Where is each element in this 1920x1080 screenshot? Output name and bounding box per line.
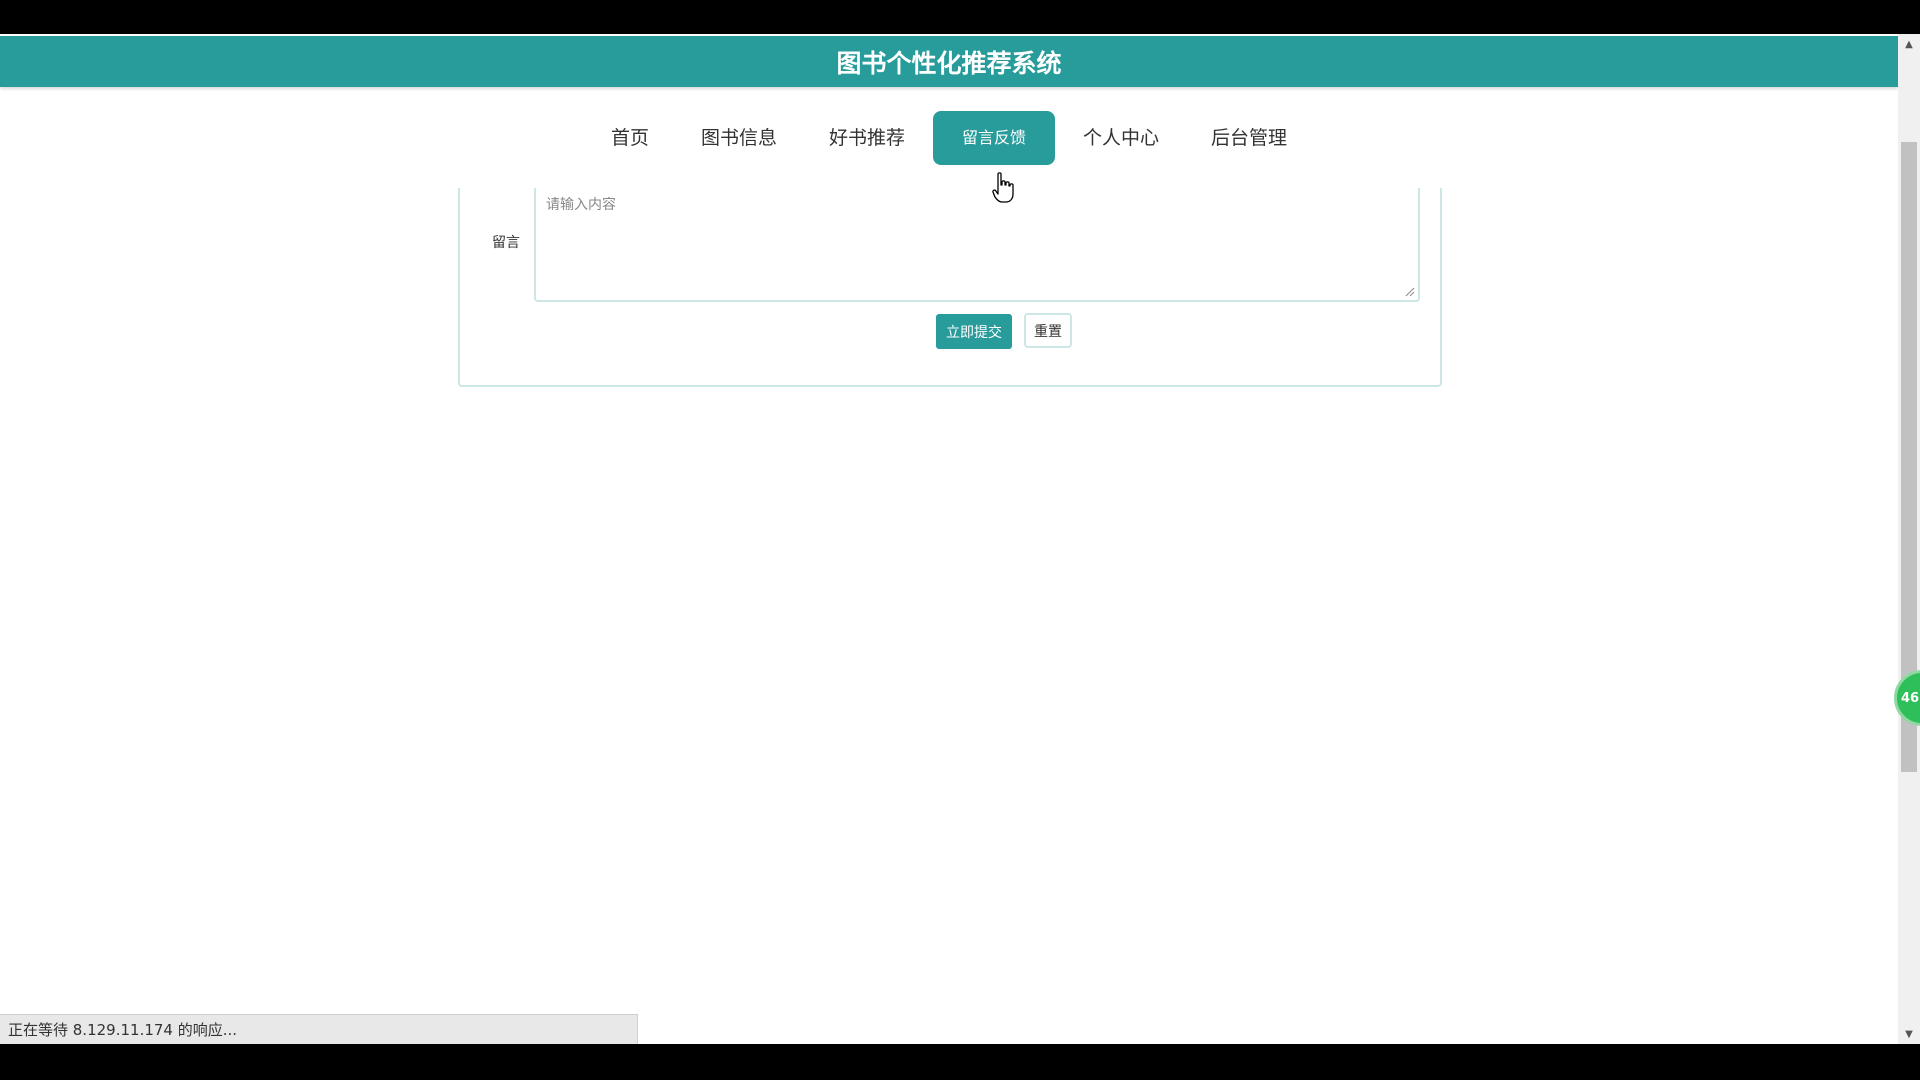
page-viewport: 图书个性化推荐系统 首页 图书信息 好书推荐 留言反馈 个人中心 后台管理 留言… <box>0 34 1898 1044</box>
nav-item-personal-center[interactable]: 个人中心 <box>1059 111 1183 165</box>
nav-item-home[interactable]: 首页 <box>587 111 673 165</box>
main-nav: 首页 图书信息 好书推荐 留言反馈 个人中心 后台管理 <box>0 110 1898 166</box>
site-title: 图书个性化推荐系统 <box>836 48 1062 78</box>
feedback-form-card: 留言 请输入内容 立即提交 重置 <box>458 188 1442 387</box>
nav-item-feedback[interactable]: 留言反馈 <box>933 111 1056 165</box>
hand-pointer-icon <box>992 172 1014 203</box>
vertical-scrollbar[interactable]: ▲ ▼ <box>1898 34 1920 1044</box>
message-placeholder: 请输入内容 <box>546 197 616 213</box>
message-label: 留言 <box>492 235 520 251</box>
nav-item-recommend[interactable]: 好书推荐 <box>805 111 929 165</box>
status-text: 正在等待 8.129.11.174 的响应... <box>8 1021 238 1039</box>
status-bar: 正在等待 8.129.11.174 的响应... <box>0 1014 638 1044</box>
submit-button[interactable]: 立即提交 <box>936 314 1012 349</box>
scroll-up-icon[interactable]: ▲ <box>1898 34 1920 54</box>
scroll-down-icon[interactable]: ▼ <box>1898 1024 1920 1044</box>
nav-item-book-info[interactable]: 图书信息 <box>677 111 801 165</box>
floating-badge-text: 46 <box>1901 690 1920 706</box>
reset-button[interactable]: 重置 <box>1024 313 1072 348</box>
resize-grip-icon[interactable] <box>1405 287 1415 297</box>
message-textarea[interactable]: 请输入内容 <box>534 188 1420 302</box>
nav-item-admin[interactable]: 后台管理 <box>1187 111 1311 165</box>
site-header: 图书个性化推荐系统 <box>0 36 1898 87</box>
